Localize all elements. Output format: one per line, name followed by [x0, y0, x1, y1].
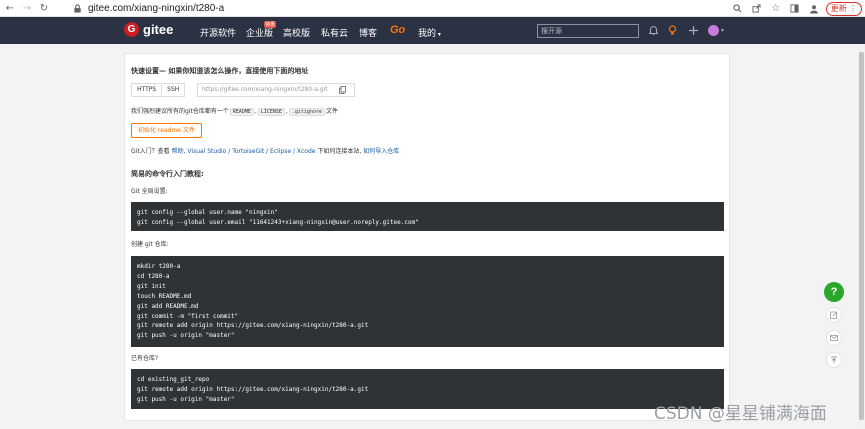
tab-ssh[interactable]: SSH [162, 83, 186, 97]
reload-icon[interactable]: ↻ [37, 1, 51, 15]
share-icon[interactable] [750, 2, 764, 16]
repo-quickstart-card: 快速设置— 如果你知道该怎么操作，直接使用下面的地址 HTTPS SSH htt… [124, 53, 730, 421]
plus-icon[interactable] [687, 24, 699, 36]
help-link[interactable]: 帮助 [172, 148, 184, 155]
code-line: git add README.md [137, 302, 199, 310]
message-icon[interactable] [826, 330, 842, 346]
suggest-prefix: 我们强烈建议所有的git仓库都有一个 [131, 108, 229, 115]
nav-item-private-cloud[interactable]: 私有云 [321, 26, 348, 39]
code-line: mkdir t280-a [137, 263, 181, 270]
search-input[interactable]: 搜开源 [537, 24, 639, 38]
edit-icon[interactable] [826, 307, 842, 323]
update-label: 更新 [830, 4, 847, 13]
code-line: cd t280-a [137, 272, 170, 280]
copy-icon[interactable] [339, 86, 346, 94]
code-line: git push -u origin "master" [137, 395, 235, 403]
license-code: LICENSE [257, 108, 285, 116]
nav-item-opensource[interactable]: 开源软件 [200, 26, 236, 39]
git-help-line: Git入门？查看 帮助, Visual Studio / TortoiseGit… [131, 146, 399, 155]
logo-text: gitee [143, 22, 174, 37]
back-to-top-icon[interactable] [826, 352, 842, 368]
code-line: cd existing_git_repo [137, 376, 210, 383]
init-readme-button[interactable]: 初始化 readme 文件 [131, 123, 202, 138]
code-line: git push -u origin "master" [137, 332, 235, 340]
avatar-chevron-icon[interactable]: ▾ [721, 27, 724, 34]
quick-setup-heading: 快速设置— 如果你知道该怎么操作，直接使用下面的地址 [131, 67, 309, 75]
nav-item-go[interactable]: Go [390, 24, 405, 36]
search-icon[interactable] [731, 2, 745, 16]
nav-item-mine-label: 我的 [418, 29, 437, 39]
bell-icon[interactable] [647, 24, 659, 36]
code-line: git config --global user.email "11641243… [137, 218, 419, 226]
global-settings-label: Git 全局设置: [131, 188, 168, 195]
code-line: git commit -m "first commit" [137, 312, 239, 320]
code-line: git remote add origin https://gitee.com/… [137, 322, 369, 330]
help-fab-button[interactable]: ? [824, 282, 844, 302]
scrollbar-thumb[interactable] [859, 52, 864, 420]
tab-https[interactable]: HTTPS [131, 83, 163, 97]
import-repo-link[interactable]: 如何导入仓库 [363, 148, 399, 155]
help-mid: 下如何连接本站, [317, 148, 362, 155]
promo-badge: 特惠 [264, 21, 277, 28]
lock-icon [74, 3, 81, 13]
existing-repo-label: 已有仓库? [131, 355, 159, 362]
tools-links[interactable]: , Visual Studio / TortoiseGit / Eclipse … [184, 148, 316, 155]
update-button[interactable]: 更新 ⋮ [825, 1, 862, 16]
nav-item-blog[interactable]: 博客 [359, 26, 377, 39]
create-repo-code-block[interactable]: mkdir t280-a cd t280-a git init touch RE… [131, 256, 724, 347]
code-line: touch README.md [137, 292, 192, 300]
global-settings-code-block[interactable]: git config --global user.name "ningxin" … [131, 202, 724, 231]
code-line: git init [137, 282, 166, 290]
watermark: CSDN @星星铺满海面 [654, 404, 827, 424]
readme-suggestion: 我们强烈建议所有的git仓库都有一个 README, LICENSE, .gitign… [131, 108, 338, 116]
nav-item-campus[interactable]: 高校版 [283, 26, 310, 39]
clone-url-field[interactable]: https://gitee.com/xiang-ningxin/t280-a.g… [197, 83, 355, 97]
gitignore-code: .gitignore [288, 108, 325, 116]
help-prefix: Git入门？查看 [131, 148, 170, 155]
sidepanel-icon[interactable] [788, 2, 802, 16]
logo-mark: G [124, 22, 139, 37]
suggest-suffix: 文件 [325, 108, 338, 115]
gitee-logo[interactable]: G gitee [124, 22, 173, 37]
bookmark-star-icon[interactable]: ☆ [769, 2, 783, 16]
clone-protocol-tabs: HTTPS SSH [131, 83, 186, 97]
browser-toolbar: ← → ↻ gitee.com/xiang-ningxin/t280-a ☆ 更… [0, 0, 865, 17]
existing-repo-code-block[interactable]: cd existing_git_repo git remote add orig… [131, 369, 724, 409]
forward-icon[interactable]: → [20, 1, 34, 15]
address-bar[interactable]: gitee.com/xiang-ningxin/t280-a [73, 0, 224, 17]
avatar[interactable] [708, 25, 719, 36]
code-line: git remote add origin https://gitee.com/… [137, 385, 369, 393]
chevron-down-icon: ▾ [436, 31, 441, 38]
nav-item-mine[interactable]: 我的 ▾ [418, 26, 441, 39]
profile-icon[interactable] [807, 2, 821, 16]
code-line: git config --global user.name "ningxin" [137, 209, 278, 216]
back-icon[interactable]: ← [3, 1, 17, 15]
readme-code: README [229, 108, 254, 116]
url-text: gitee.com/xiang-ningxin/t280-a [88, 2, 225, 14]
create-repo-label: 创建 git 仓库: [131, 241, 169, 248]
tutorial-heading: 简易的命令行入门教程: [131, 170, 204, 178]
lightbulb-icon[interactable] [666, 24, 678, 36]
